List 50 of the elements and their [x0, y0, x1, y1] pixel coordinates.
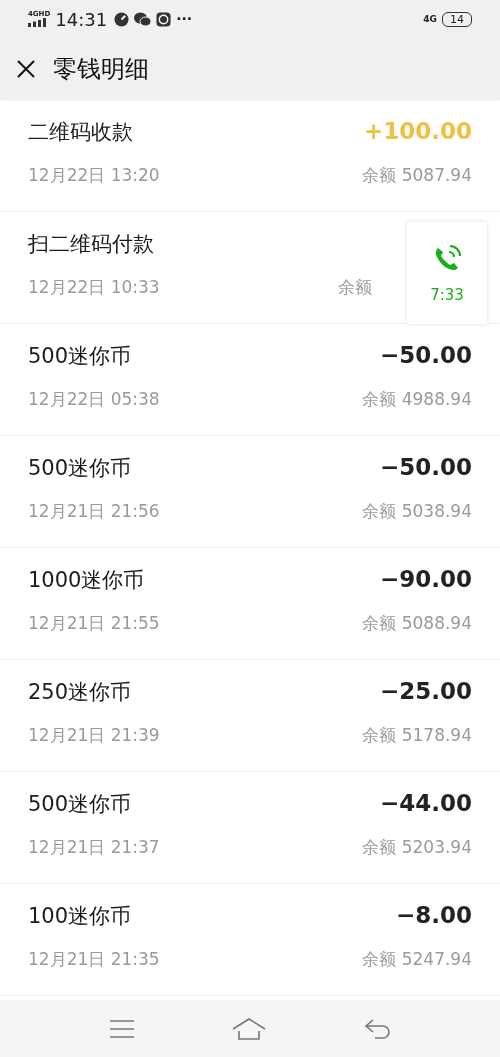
- transaction-amount: −50.00: [379, 454, 472, 480]
- transaction-title: 1000迷你币: [28, 567, 145, 594]
- chat-icon: [134, 11, 152, 27]
- transaction-date: 12月22日 10:33: [28, 276, 160, 299]
- transaction-date: 12月21日 21:39: [28, 724, 160, 747]
- balance-text: 余额 5178.94: [362, 724, 472, 747]
- transaction-title: 100迷你币: [28, 903, 132, 930]
- transaction-row[interactable]: 1000迷你币 −90.00 12月21日 21:55 余额 5088.94: [0, 548, 500, 660]
- close-icon[interactable]: [16, 59, 36, 79]
- page-title: 零钱明细: [53, 54, 149, 85]
- call-duration: 7:33: [430, 286, 464, 304]
- app-icon: [156, 11, 172, 27]
- home-icon[interactable]: [232, 1017, 266, 1040]
- transaction-amount: −50.00: [379, 342, 472, 368]
- transaction-amount: −90.00: [379, 566, 472, 592]
- balance-text: 余额 5087.94: [362, 164, 472, 187]
- transaction-title: 二维码收款: [28, 119, 133, 146]
- menu-icon[interactable]: [108, 1018, 135, 1039]
- transaction-row[interactable]: 500迷你币 −50.00 12月21日 21:56 余额 5038.94: [0, 436, 500, 548]
- battery-icon: 14: [442, 11, 472, 27]
- transaction-row[interactable]: 100迷你币 −8.00 12月21日 21:35 余额 5247.94: [0, 884, 500, 996]
- transaction-amount: +100.00: [363, 118, 472, 144]
- balance-text: 余额: [338, 276, 372, 299]
- transaction-date: 12月21日 21:55: [28, 612, 160, 635]
- transaction-date: 12月22日 05:38: [28, 388, 160, 411]
- balance-text: 余额 5038.94: [362, 500, 472, 523]
- back-icon[interactable]: [363, 1017, 392, 1040]
- transaction-title: 扫二维码付款: [28, 231, 154, 258]
- transaction-date: 12月22日 13:20: [28, 164, 160, 187]
- status-time: 14:31: [55, 8, 108, 30]
- balance-text: 余额 4988.94: [362, 388, 472, 411]
- transaction-title: 500迷你币: [28, 343, 132, 370]
- transaction-date: 12月21日 21:35: [28, 948, 160, 971]
- transaction-row[interactable]: 500迷你币 −44.00 12月21日 21:37 余额 5203.94: [0, 772, 500, 884]
- transaction-title: 250迷你币: [28, 679, 132, 706]
- balance-text: 余额 5203.94: [362, 836, 472, 859]
- transaction-date: 12月21日 21:56: [28, 500, 160, 523]
- transaction-row[interactable]: 250迷你币 −25.00 12月21日 21:39 余额 5178.94: [0, 660, 500, 772]
- transaction-amount: −44.00: [379, 790, 472, 816]
- transaction-amount: −8.00: [395, 902, 472, 928]
- balance-text: 余额 5247.94: [362, 948, 472, 971]
- transaction-date: 12月21日 21:37: [28, 836, 160, 859]
- transaction-row[interactable]: 二维码收款 +100.00 12月22日 13:20 余额 5087.94: [0, 100, 500, 212]
- more-notifications: ···: [176, 11, 193, 27]
- transaction-title: 500迷你币: [28, 455, 132, 482]
- network-label: 4G: [423, 14, 437, 24]
- transaction-amount: −25.00: [379, 678, 472, 704]
- balance-text: 余额 5088.94: [362, 612, 472, 635]
- gauge-icon: [114, 11, 130, 27]
- transaction-title: 500迷你币: [28, 791, 132, 818]
